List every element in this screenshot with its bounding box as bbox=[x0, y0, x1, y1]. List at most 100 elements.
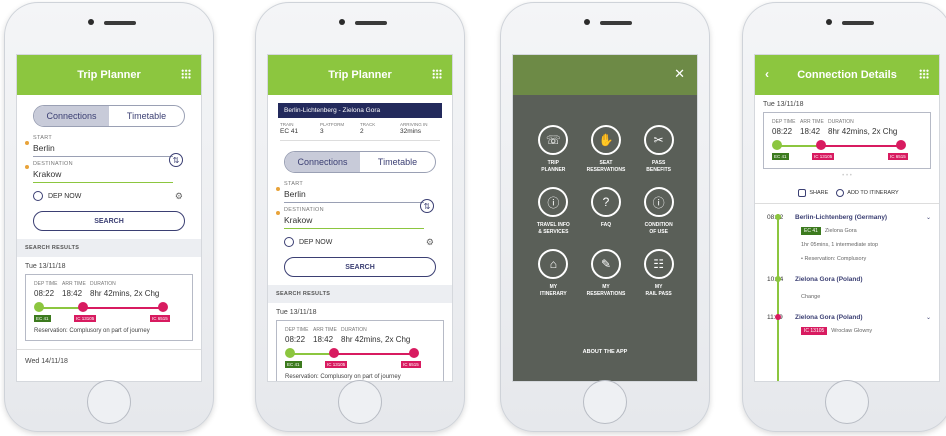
menu-item[interactable]: ✎ MY RESERVATIONS bbox=[580, 249, 633, 297]
menu-item-label: MY ITINERARY bbox=[539, 284, 567, 297]
start-input[interactable]: Berlin bbox=[33, 141, 173, 157]
result-date: Wed 14/11/18 bbox=[17, 349, 201, 369]
menu-item[interactable]: ⓘ CONDITION OF USE bbox=[632, 187, 685, 235]
destination-dot-icon bbox=[276, 211, 280, 215]
train-tag: IC 13105 bbox=[812, 153, 835, 160]
stop-time: 11:49 bbox=[763, 314, 785, 321]
home-button[interactable] bbox=[583, 380, 627, 424]
train-node-icon bbox=[158, 302, 168, 312]
close-icon[interactable]: ✕ bbox=[674, 66, 685, 82]
about-link[interactable]: ABOUT THE APP bbox=[513, 349, 697, 355]
menu-item[interactable]: ⌂ MY ITINERARY bbox=[527, 249, 580, 297]
menu-item[interactable]: ⓘ TRAVEL INFO & SERVICES bbox=[527, 187, 580, 235]
menu-item[interactable]: ☏ TRIP PLANNER bbox=[527, 125, 580, 173]
speaker-grill bbox=[600, 21, 632, 25]
destination-input[interactable]: Krakow bbox=[284, 213, 424, 229]
stop-name: Zielona Gora (Poland) bbox=[795, 313, 863, 321]
app-header: Trip Planner bbox=[268, 55, 452, 95]
duration: 8hr 42mins, 2x Chg bbox=[90, 289, 160, 298]
tab-connections[interactable]: Connections bbox=[34, 106, 109, 126]
menu-item[interactable]: ✋ SEAT RESERVATIONS bbox=[580, 125, 633, 173]
change-note: Change bbox=[801, 294, 821, 300]
stop-dot-icon bbox=[775, 276, 781, 282]
phone-connection-details: ‹ Connection Details Tue 13/11/18 DEP TI… bbox=[742, 2, 946, 432]
track-value: 2 bbox=[360, 128, 364, 135]
tab-timetable[interactable]: Timetable bbox=[360, 152, 435, 172]
dep-now-row[interactable]: DEP NOW ⚙ bbox=[284, 237, 436, 247]
dep-now-row[interactable]: DEP NOW ⚙ bbox=[33, 191, 185, 201]
add-to-itinerary-button[interactable]: ADD TO ITINERARY bbox=[847, 190, 898, 196]
segment-info: 1hr 05mins, 1 intermediate stop bbox=[801, 242, 879, 248]
route-graphic: EC 41 IC 13105 IC 6515 bbox=[34, 302, 184, 324]
train-node-icon bbox=[34, 302, 44, 312]
menu-item-icon: ⓘ bbox=[538, 187, 569, 217]
train-direction: Wroclaw Glowny bbox=[831, 328, 873, 334]
destination-input[interactable]: Krakow bbox=[33, 167, 173, 183]
menu-item-icon: ✎ bbox=[590, 249, 621, 279]
menu-item[interactable]: ? FAQ bbox=[580, 187, 633, 235]
swap-icon[interactable]: ⇅ bbox=[169, 153, 183, 167]
train-node-icon bbox=[409, 348, 419, 358]
result-card[interactable]: DEP TIME ARR TIME DURATION 08:22 18:42 8… bbox=[25, 274, 193, 341]
phone-trip-planner: Trip Planner Connections Timetable START… bbox=[4, 2, 214, 432]
menu-item-icon: ? bbox=[590, 187, 621, 217]
train-tag: EC 41 bbox=[34, 315, 51, 322]
train-tag: IC 13105 bbox=[801, 327, 828, 335]
train-tag: IC 6515 bbox=[888, 153, 908, 160]
chevron-down-icon[interactable]: ⌄ bbox=[926, 314, 931, 321]
menu-item-icon: ✂ bbox=[643, 125, 674, 155]
arr-time-label: ARR TIME bbox=[313, 327, 337, 333]
settings-icon[interactable]: ⚙ bbox=[175, 191, 183, 202]
result-card[interactable]: DEP TIME ARR TIME DURATION 08:22 18:42 8… bbox=[276, 320, 444, 381]
timeline-stop[interactable]: 11:49 Zielona Gora (Poland) ⌄ bbox=[763, 310, 931, 324]
search-button[interactable]: SEARCH bbox=[284, 257, 436, 277]
grid-menu-icon[interactable] bbox=[181, 69, 191, 79]
page-title: Trip Planner bbox=[77, 69, 141, 81]
clock-icon bbox=[33, 191, 43, 201]
summary-card: DEP TIME ARR TIME DURATION 08:22 18:42 8… bbox=[763, 112, 931, 169]
stop-time: 10:54 bbox=[763, 276, 785, 283]
tab-timetable[interactable]: Timetable bbox=[109, 106, 184, 126]
duration-label: DURATION bbox=[341, 327, 367, 333]
timeline-stop[interactable]: 10:54 Zielona Gora (Poland) bbox=[763, 272, 931, 286]
train-node-icon bbox=[285, 348, 295, 358]
home-button[interactable] bbox=[338, 380, 382, 424]
menu-item[interactable]: ✂ PASS BENEFITS bbox=[632, 125, 685, 173]
menu-grid: ☏ TRIP PLANNER ✋ SEAT RESERVATIONS ✂ PASS BEN… bbox=[527, 125, 685, 297]
grid-menu-icon[interactable] bbox=[432, 69, 442, 79]
dep-time-label: DEP TIME bbox=[772, 119, 796, 125]
menu-item[interactable]: ☷ MY RAIL PASS bbox=[632, 249, 685, 297]
settings-icon[interactable]: ⚙ bbox=[426, 237, 434, 248]
arr-time: 18:42 bbox=[800, 127, 821, 136]
share-button[interactable]: SHARE bbox=[809, 190, 828, 196]
dep-time: 08:22 bbox=[285, 335, 306, 344]
detail-date: Tue 13/11/18 bbox=[763, 101, 804, 108]
camera-dot bbox=[826, 19, 832, 25]
menu-item-icon: ✋ bbox=[590, 125, 621, 155]
grid-menu-icon[interactable] bbox=[919, 69, 929, 79]
menu-item-label: TRAVEL INFO & SERVICES bbox=[536, 222, 570, 235]
home-button[interactable] bbox=[825, 380, 869, 424]
search-button[interactable]: SEARCH bbox=[33, 211, 185, 231]
live-route-banner[interactable]: Berlin-Lichtenberg - Zielona Gora bbox=[278, 103, 442, 118]
duration-label: DURATION bbox=[828, 119, 854, 125]
timeline-stop[interactable]: 08:22 Berlin-Lichtenberg (Germany) ⌄ bbox=[763, 210, 931, 224]
speaker-grill bbox=[842, 21, 874, 25]
reservation-note: Reservation: Complusory on part of journ… bbox=[34, 328, 150, 334]
screen: Trip Planner Berlin-Lichtenberg - Zielon… bbox=[267, 54, 453, 382]
back-chevron-icon[interactable]: ‹ bbox=[765, 67, 769, 81]
track-label: TRACK bbox=[360, 122, 376, 127]
start-input[interactable]: Berlin bbox=[284, 187, 424, 203]
destination-dot-icon bbox=[25, 165, 29, 169]
tab-connections[interactable]: Connections bbox=[285, 152, 360, 172]
speaker-grill bbox=[355, 21, 387, 25]
arriving-value: 32mins bbox=[400, 128, 421, 135]
chevron-down-icon[interactable]: ⌄ bbox=[926, 214, 931, 221]
menu-item-icon: ⌂ bbox=[538, 249, 569, 279]
swap-icon[interactable]: ⇅ bbox=[420, 199, 434, 213]
home-button[interactable] bbox=[87, 380, 131, 424]
stop-time: 08:22 bbox=[763, 214, 785, 221]
menu-item-label: TRIP PLANNER bbox=[541, 160, 566, 173]
menu-item-label: FAQ bbox=[600, 222, 612, 228]
menu-item-label: MY RAIL PASS bbox=[645, 284, 672, 297]
